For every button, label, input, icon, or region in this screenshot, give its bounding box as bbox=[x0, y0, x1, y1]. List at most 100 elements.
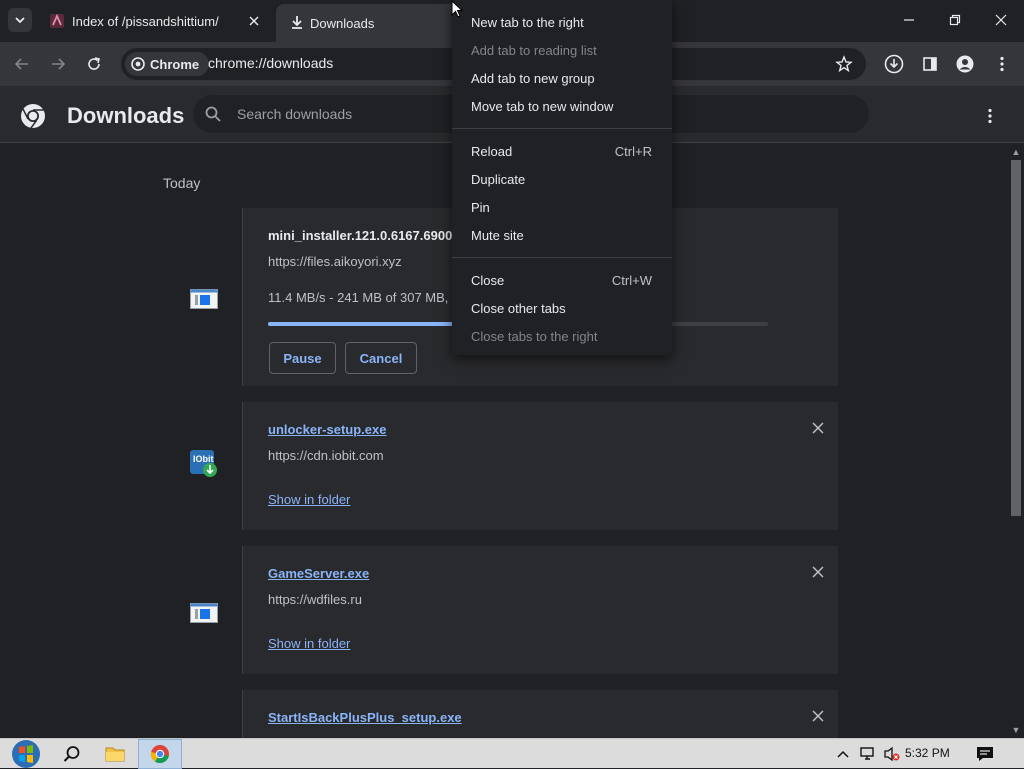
close-icon bbox=[812, 566, 824, 578]
chevron-down-icon bbox=[15, 17, 25, 24]
avatar-icon bbox=[956, 55, 974, 73]
chrome-logo-icon bbox=[21, 104, 45, 129]
downloads-button[interactable] bbox=[880, 50, 908, 78]
menu-item-shortcut: Ctrl+W bbox=[611, 272, 652, 288]
menu-item-label: Close tabs to the right bbox=[471, 328, 598, 344]
menu-item-add-tab-to-new-group[interactable]: Add tab to new group bbox=[452, 64, 672, 92]
tab-search-button[interactable] bbox=[8, 8, 32, 32]
menu-item-label: Mute site bbox=[471, 227, 524, 243]
menu-item-label: Add tab to reading list bbox=[471, 42, 597, 58]
back-button[interactable] bbox=[8, 50, 36, 78]
exe-file-icon bbox=[190, 289, 218, 309]
menu-item-label: Add tab to new group bbox=[471, 70, 595, 86]
folder-icon bbox=[105, 747, 125, 762]
menu-item-reload[interactable]: Reload Ctrl+R bbox=[452, 137, 672, 165]
close-icon bbox=[812, 422, 824, 434]
menu-item-shortcut: Ctrl+R bbox=[614, 143, 652, 159]
menu-item-move-tab-to-new-window[interactable]: Move tab to new window bbox=[452, 92, 672, 120]
tab-context-menu: New tab to the right Add tab to reading l… bbox=[452, 0, 672, 355]
pause-button[interactable]: Pause bbox=[269, 342, 336, 374]
scroll-up-icon[interactable]: ▲ bbox=[1011, 147, 1021, 157]
tray-overflow-button[interactable] bbox=[834, 739, 852, 769]
menu-separator bbox=[452, 128, 672, 129]
download-icon bbox=[292, 16, 302, 29]
file-source-url[interactable]: https://cdn.iobit.com bbox=[268, 448, 384, 463]
notification-icon bbox=[977, 747, 993, 761]
chevron-up-icon bbox=[837, 750, 849, 758]
file-name-link[interactable]: StartIsBackPlusPlus_setup.exe bbox=[268, 710, 462, 725]
file-name-link[interactable]: GameServer.exe bbox=[268, 566, 369, 581]
search-icon bbox=[205, 106, 221, 122]
menu-item-close[interactable]: Close Ctrl+W bbox=[452, 266, 672, 294]
menu-separator bbox=[452, 257, 672, 258]
menu-item-close-other-tabs[interactable]: Close other tabs bbox=[452, 294, 672, 322]
svg-text:IObit: IObit bbox=[193, 454, 214, 464]
tab-title: Downloads bbox=[310, 15, 375, 31]
mouse-cursor-icon bbox=[451, 0, 463, 18]
minimize-icon bbox=[904, 19, 914, 21]
chrome-taskbar-button[interactable] bbox=[138, 739, 182, 769]
file-explorer-taskbar-button[interactable] bbox=[100, 739, 130, 769]
volume-tray-icon[interactable] bbox=[882, 739, 902, 769]
menu-item-pin[interactable]: Pin bbox=[452, 193, 672, 221]
notifications-button[interactable] bbox=[972, 739, 998, 769]
scrollbar[interactable]: ▲ ▼ bbox=[1008, 144, 1024, 738]
downloads-menu-button[interactable] bbox=[980, 106, 1000, 126]
menu-item-label: Close other tabs bbox=[471, 300, 566, 316]
kebab-icon bbox=[988, 108, 992, 124]
file-source-url[interactable]: https://files.aikoyori.xyz bbox=[268, 254, 402, 269]
site-chip[interactable]: Chrome bbox=[125, 52, 210, 76]
restore-button[interactable] bbox=[932, 0, 978, 40]
close-window-button[interactable] bbox=[978, 0, 1024, 40]
profile-button[interactable] bbox=[951, 50, 979, 78]
forward-button[interactable] bbox=[44, 50, 72, 78]
tab-index-of[interactable]: Index of /pissandshittium/ bbox=[40, 4, 272, 38]
menu-item-duplicate[interactable]: Duplicate bbox=[452, 165, 672, 193]
chrome-menu-button[interactable] bbox=[988, 50, 1016, 78]
menu-item-label: Reload bbox=[471, 143, 513, 159]
show-in-folder-link[interactable]: Show in folder bbox=[268, 636, 350, 651]
download-item: GameServer.exe https://wdfiles.ru Show i… bbox=[163, 546, 838, 674]
menu-item-label: New tab to the right bbox=[471, 14, 584, 30]
star-icon bbox=[835, 55, 853, 73]
scroll-down-icon[interactable]: ▼ bbox=[1011, 725, 1021, 735]
reload-icon bbox=[88, 57, 100, 70]
scrollbar-thumb[interactable] bbox=[1011, 160, 1021, 516]
cancel-button[interactable]: Cancel bbox=[345, 342, 417, 374]
show-in-folder-link[interactable]: Show in folder bbox=[268, 492, 350, 507]
volume-muted-icon bbox=[884, 746, 900, 762]
remove-item-button[interactable] bbox=[808, 418, 828, 438]
arrow-left-icon bbox=[14, 58, 28, 70]
taskbar: 5:32 PM bbox=[0, 738, 1024, 769]
menu-item-new-tab-to-the-right[interactable]: New tab to the right bbox=[452, 8, 672, 36]
close-icon bbox=[995, 14, 1007, 26]
download-circle-icon bbox=[884, 54, 904, 74]
menu-item-close-tabs-to-the-right: Close tabs to the right bbox=[452, 322, 672, 350]
side-panel-button[interactable] bbox=[916, 50, 944, 78]
restore-icon bbox=[949, 14, 961, 26]
start-button[interactable] bbox=[6, 739, 46, 769]
tab-close-icon[interactable] bbox=[246, 13, 262, 29]
file-name: mini_installer.121.0.6167.6900.exe bbox=[268, 228, 478, 243]
file-source-url[interactable]: https://wdfiles.ru bbox=[268, 592, 362, 607]
site-chip-label: Chrome bbox=[150, 56, 200, 72]
search-taskbar-button[interactable] bbox=[58, 739, 86, 769]
side-panel-icon bbox=[923, 57, 937, 71]
reload-button[interactable] bbox=[80, 50, 108, 78]
network-tray-icon[interactable] bbox=[858, 739, 878, 769]
tab-downloads[interactable]: Downloads bbox=[276, 4, 476, 42]
windows-start-icon bbox=[12, 740, 40, 768]
menu-item-label: Pin bbox=[471, 199, 490, 215]
bookmark-button[interactable] bbox=[830, 50, 858, 78]
menu-item-mute-site[interactable]: Mute site bbox=[452, 221, 672, 249]
clock[interactable]: 5:32 PM bbox=[905, 746, 950, 760]
url-text[interactable]: chrome://downloads bbox=[208, 55, 333, 71]
iobit-app-icon: IObit bbox=[190, 450, 217, 477]
remove-item-button[interactable] bbox=[808, 706, 828, 726]
kebab-icon bbox=[1000, 56, 1004, 72]
minimize-button[interactable] bbox=[886, 0, 932, 40]
remove-item-button[interactable] bbox=[808, 562, 828, 582]
download-item: IObit unlocker-setup.exe https://cdn.iob… bbox=[163, 402, 838, 530]
favicon-icon bbox=[50, 13, 64, 28]
file-name-link[interactable]: unlocker-setup.exe bbox=[268, 422, 387, 437]
